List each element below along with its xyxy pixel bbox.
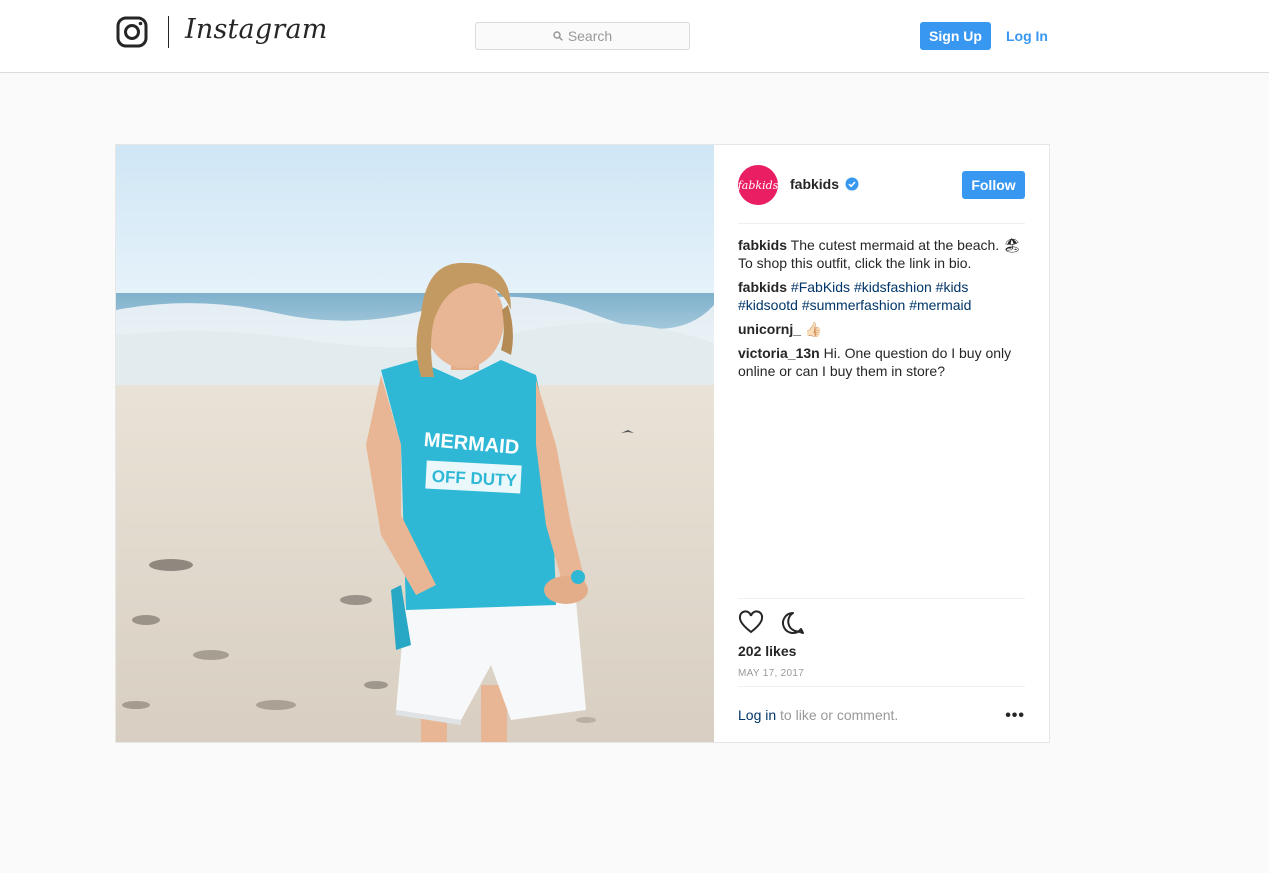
search-input[interactable]: Search (475, 22, 690, 50)
login-prompt-text: to like or comment. (776, 707, 899, 723)
instagram-camera-icon[interactable] (116, 16, 148, 48)
actions-divider (738, 598, 1025, 599)
logo-divider (168, 16, 169, 48)
log-in-link[interactable]: Log In (1006, 22, 1048, 50)
post-photo[interactable]: MERMAID OFF DUTY (116, 145, 714, 742)
author-username[interactable]: fabkids (790, 176, 839, 192)
header-divider (738, 223, 1025, 224)
post-header: fabkids fabkids Follow (738, 165, 1025, 205)
comment-icon[interactable] (780, 610, 806, 636)
comment-item: fabkids #FabKids #kidsfashion #kids #kid… (738, 278, 1025, 314)
likes-count[interactable]: 202 likes (738, 643, 796, 659)
avatar[interactable]: fabkids (738, 165, 778, 205)
sign-up-button[interactable]: Sign Up (920, 22, 991, 50)
post-card: MERMAID OFF DUTY fabkids fabkids Follow (115, 144, 1050, 743)
comment-username[interactable]: fabkids (738, 237, 787, 253)
comment-username[interactable]: victoria_13n (738, 345, 820, 361)
footer-divider (738, 686, 1025, 687)
comments-list: fabkids The cutest mermaid at the beach.… (738, 236, 1025, 386)
search-icon (553, 31, 563, 41)
top-navigation: Instagram Search Sign Up Log In (0, 0, 1269, 73)
comment-item: unicornj_ 👍🏻 (738, 320, 1025, 338)
comment-item: fabkids The cutest mermaid at the beach.… (738, 236, 1025, 272)
comment-username[interactable]: unicornj_ (738, 321, 801, 337)
post-date: MAY 17, 2017 (738, 668, 805, 679)
beach-photo: MERMAID OFF DUTY (116, 145, 714, 742)
comment-item: victoria_13n Hi. One question do I buy o… (738, 344, 1025, 380)
verified-badge-icon (845, 177, 859, 191)
post-side-panel: fabkids fabkids Follow fabkids The cutes… (714, 145, 1049, 742)
login-link[interactable]: Log in (738, 707, 776, 723)
comment-username[interactable]: fabkids (738, 279, 787, 295)
heart-icon[interactable] (738, 610, 764, 636)
follow-button[interactable]: Follow (962, 171, 1025, 199)
search-placeholder: Search (567, 28, 613, 44)
more-options-icon[interactable]: ••• (1005, 707, 1025, 725)
instagram-wordmark[interactable]: Instagram (185, 14, 328, 45)
comment-text: 👍🏻 (804, 321, 823, 337)
login-prompt: Log in to like or comment. (738, 707, 898, 723)
post-actions (738, 610, 818, 636)
